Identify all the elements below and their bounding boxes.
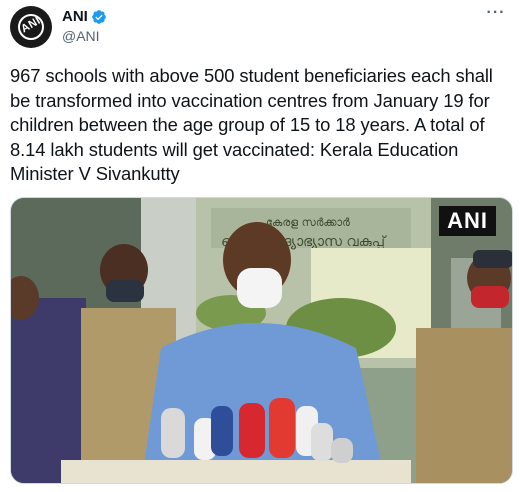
verified-badge-icon bbox=[91, 9, 107, 25]
ani-watermark: ANI bbox=[439, 206, 496, 236]
tweet-header: ANI ANI @ANI ··· bbox=[10, 5, 510, 48]
tweet-media-image[interactable]: കേരള സർക്കാർ പൊതു വിദ്യാഭ്യാസ വകുപ്പ് AN… bbox=[10, 197, 513, 484]
display-name[interactable]: ANI bbox=[62, 8, 88, 25]
more-options-button[interactable]: ··· bbox=[484, 5, 508, 26]
author-block: ANI @ANI bbox=[62, 8, 107, 44]
press-conference-photo: കേരള സർക്കാർ പൊതു വിദ്യാഭ്യാസ വകുപ്പ് bbox=[11, 198, 512, 483]
tweet-text: 967 schools with above 500 student benef… bbox=[10, 65, 493, 184]
avatar[interactable]: ANI bbox=[10, 6, 52, 48]
sign-text-line1: കേരള സർക്കാർ bbox=[266, 216, 350, 229]
handle[interactable]: @ANI bbox=[62, 28, 107, 44]
